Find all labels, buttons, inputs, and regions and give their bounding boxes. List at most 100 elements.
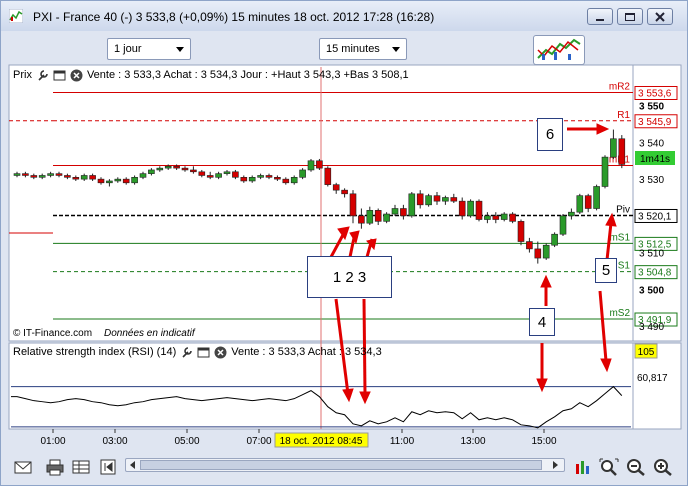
- candle-body: [22, 173, 29, 176]
- candle-body: [215, 173, 222, 178]
- level-name-piv: Piv: [616, 204, 630, 215]
- candle-body: [349, 193, 357, 217]
- level-name-s1: S1: [618, 261, 631, 272]
- candle-body: [248, 177, 256, 182]
- candle-body: [551, 233, 558, 246]
- candle-body: [534, 248, 542, 259]
- candle-body: [500, 213, 508, 220]
- candle-body: [374, 210, 382, 222]
- mail-icon[interactable]: [13, 458, 33, 476]
- annotation-box-4: 4: [529, 308, 555, 336]
- candle-body: [206, 175, 214, 178]
- candle-body: [114, 178, 122, 182]
- zoom-out-icon[interactable]: [626, 458, 646, 476]
- x-tick-label: 03:00: [102, 436, 127, 447]
- candle-body: [584, 195, 592, 209]
- print-icon[interactable]: [45, 458, 65, 476]
- window-icon[interactable]: [53, 69, 66, 82]
- annotation-box-6: 6: [537, 118, 563, 151]
- candle-body: [232, 171, 239, 178]
- price-timer-label: 1m41s: [640, 154, 670, 165]
- copyright-text: © IT-Finance.com: [13, 328, 92, 339]
- level-value-s1: 3 504,8: [638, 268, 672, 279]
- candle-body: [568, 211, 575, 217]
- candle-body: [282, 178, 290, 184]
- candle-body: [492, 215, 500, 220]
- candle-body: [517, 221, 525, 242]
- level-name-r1: R1: [617, 110, 630, 121]
- x-tick-label: 05:00: [174, 436, 199, 447]
- candle-body: [408, 193, 416, 217]
- candle-body: [307, 160, 315, 171]
- y-tick-label: 3 540: [639, 138, 664, 149]
- y-tick-label: 3 500: [639, 285, 664, 296]
- candle-body: [181, 167, 189, 171]
- candle-body: [332, 184, 340, 191]
- candle-body: [223, 171, 231, 174]
- candle-body: [240, 177, 248, 182]
- level-value-piv: 3 520,1: [638, 211, 672, 222]
- wrench-icon[interactable]: [36, 69, 49, 82]
- candle-body: [366, 210, 374, 224]
- y-tick-label: 3 550: [639, 102, 664, 113]
- candle-body: [324, 167, 332, 185]
- cursor-time-label: 18 oct. 2012 08:45: [280, 436, 363, 447]
- scroll-start-icon[interactable]: [98, 458, 118, 476]
- level-value-r1: 3 545,9: [638, 117, 672, 128]
- candle-body: [400, 208, 407, 217]
- rsi-value-label: 60,817: [637, 373, 668, 384]
- level-name-mr2: mR2: [609, 81, 631, 92]
- level-name-ms1: mS1: [609, 232, 630, 243]
- candle-body: [450, 197, 458, 202]
- candle-body: [89, 175, 96, 180]
- candle-body: [467, 200, 474, 217]
- rsi-panel-info: Vente : 3 533,3 Achat : 3 534,3: [231, 346, 382, 358]
- candle-body: [484, 215, 491, 220]
- candle-body: [383, 213, 390, 222]
- price-panel-header: Prix Vente : 3 533,3 Achat : 3 534,3 Jou…: [13, 67, 409, 83]
- y-tick-label: 3 510: [639, 249, 664, 260]
- candle-body: [164, 165, 172, 169]
- price-panel-name: Prix: [13, 69, 32, 81]
- time-scrollbar[interactable]: [125, 458, 565, 472]
- y-tick-label: 3 490: [639, 322, 664, 333]
- table-icon[interactable]: [71, 458, 91, 476]
- candle-body: [559, 215, 567, 235]
- candle-body: [156, 167, 164, 171]
- application-window: PXI - France 40 (-) 3 533,8 (+0,09%) 15 …: [0, 0, 688, 486]
- rsi-panel-name: Relative strength index (RSI) (14): [13, 346, 177, 358]
- x-tick-label: 13:00: [460, 436, 485, 447]
- candle-body: [542, 244, 550, 259]
- candle-body: [526, 241, 533, 250]
- scroll-thumb[interactable]: [140, 460, 542, 470]
- zoom-in-icon[interactable]: [653, 458, 673, 476]
- scroll-left-icon[interactable]: [128, 460, 138, 470]
- candle-body: [593, 186, 600, 209]
- wrench-icon[interactable]: [180, 346, 193, 359]
- annotation-box-123: 1 2 3: [307, 256, 392, 298]
- x-tick-label: 01:00: [40, 436, 65, 447]
- candle-body: [80, 175, 88, 180]
- candle-body: [72, 177, 80, 180]
- candle-body: [148, 169, 155, 174]
- window-icon[interactable]: [197, 346, 210, 359]
- candle-body: [618, 138, 626, 165]
- zoom-fit-icon[interactable]: [599, 458, 619, 476]
- candle-body: [274, 177, 281, 180]
- rsi-panel-header: Relative strength index (RSI) (14) Vente…: [13, 344, 382, 360]
- candle-body: [64, 175, 71, 178]
- candle-body: [97, 178, 105, 184]
- chart-type-icon[interactable]: [573, 458, 593, 476]
- candle-body: [610, 138, 617, 158]
- level-value-mr2: 3 553,6: [638, 88, 672, 99]
- x-tick-label: 15:00: [531, 436, 556, 447]
- candle-body: [316, 160, 323, 169]
- candle-body: [290, 177, 298, 184]
- remove-panel-icon[interactable]: [214, 346, 227, 359]
- candle-body: [601, 156, 609, 187]
- scroll-right-icon[interactable]: [550, 460, 560, 470]
- candle-body: [475, 200, 483, 220]
- candle-body: [257, 175, 264, 178]
- remove-panel-icon[interactable]: [70, 69, 83, 82]
- candle-body: [299, 169, 306, 178]
